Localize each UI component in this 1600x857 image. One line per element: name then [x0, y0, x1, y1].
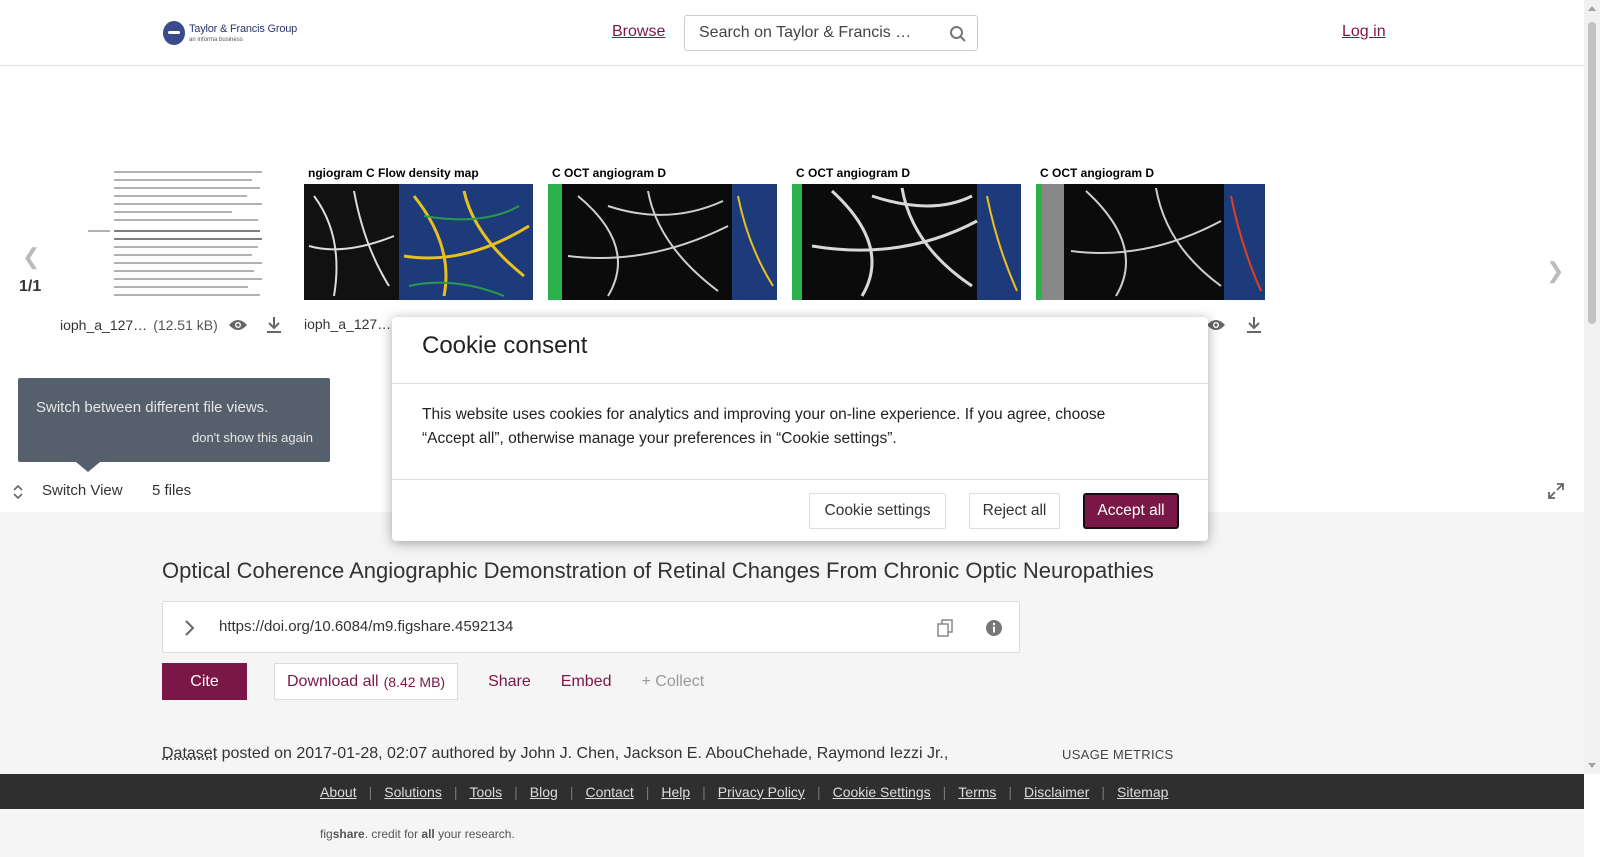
reject-all-button[interactable]: Reject all — [969, 493, 1060, 529]
cookie-dialog-message: This website uses cookies for analytics … — [422, 406, 1106, 447]
cookie-dialog-title: Cookie consent — [422, 332, 588, 359]
accept-all-button[interactable]: Accept all — [1083, 493, 1179, 529]
cookie-consent-dialog: Cookie consent This website uses cookies… — [392, 317, 1208, 541]
divider — [392, 479, 1208, 480]
divider — [392, 383, 1208, 384]
cookie-settings-button[interactable]: Cookie settings — [809, 493, 946, 529]
